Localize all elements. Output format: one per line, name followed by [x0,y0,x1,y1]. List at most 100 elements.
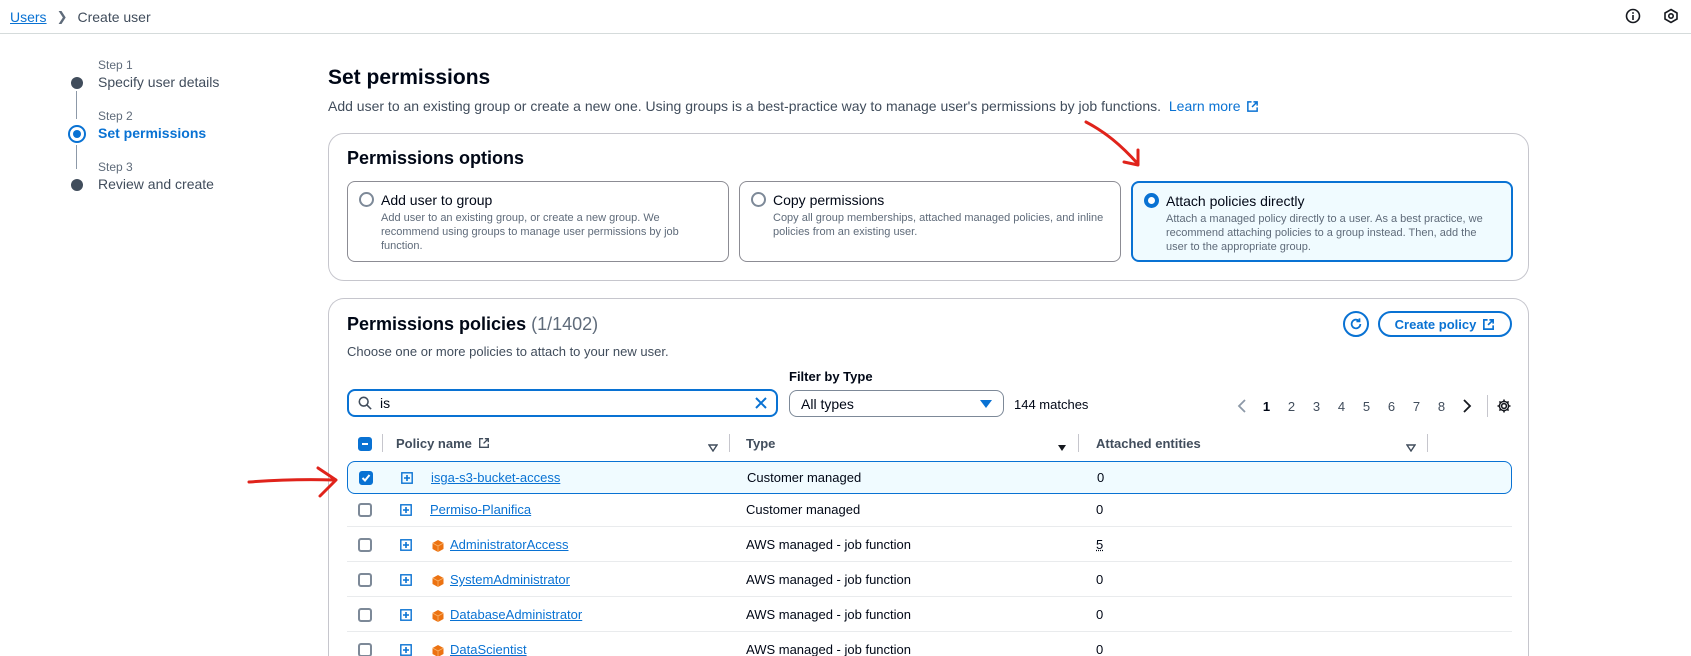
expand-icon[interactable] [400,574,412,586]
sort-icon[interactable] [1405,439,1417,455]
step-title: Set permissions [98,125,207,141]
table-row[interactable]: Permiso-Planifica Customer managed 0 [347,494,1512,527]
policy-name-link[interactable]: AdministratorAccess [450,537,568,552]
policy-name-link[interactable]: DatabaseAdministrator [450,607,582,622]
permissions-options-panel: Permissions options Add user to group Ad… [328,133,1529,281]
page-6[interactable]: 6 [1379,399,1404,414]
page-5[interactable]: 5 [1354,399,1379,414]
row-checkbox[interactable] [358,573,372,587]
table-row[interactable]: DataScientist AWS managed - job function… [347,634,1512,656]
filter-type-select[interactable]: All types [789,390,1004,417]
expand-icon[interactable] [400,504,412,516]
sort-active-icon[interactable] [1057,439,1067,455]
refresh-button[interactable] [1343,311,1369,337]
policy-entities: 0 [1096,572,1104,587]
radio-add-user-to-group[interactable] [359,192,374,207]
row-checkbox[interactable] [358,503,372,517]
page-2[interactable]: 2 [1279,399,1304,414]
tile-copy-permissions[interactable]: Copy permissions Copy all group membersh… [739,181,1121,262]
radio-copy-permissions[interactable] [751,192,766,207]
policies-count: (1/1402) [531,314,599,334]
page-8[interactable]: 8 [1429,399,1454,414]
policy-type: Customer managed [746,502,861,517]
step-1[interactable]: Step 1 Specify user details [70,58,290,119]
tile-add-user-to-group[interactable]: Add user to group Add user to an existin… [347,181,729,262]
table-row[interactable]: DatabaseAdministrator AWS managed - job … [347,599,1512,632]
column-policy-name[interactable]: Policy name [396,436,490,451]
column-divider [1427,434,1428,452]
column-policy-name-label: Policy name [396,436,472,451]
policy-search-input[interactable] [380,395,740,411]
page-3[interactable]: 3 [1304,399,1329,414]
breadcrumb-users-link[interactable]: Users [10,9,47,25]
aws-managed-icon [431,644,445,656]
page-7[interactable]: 7 [1404,399,1429,414]
step-3: Step 3 Review and create [70,160,290,211]
top-bar: Users ❯ Create user [0,0,1691,34]
select-all-checkbox[interactable] [358,437,372,451]
expand-icon[interactable] [400,609,412,621]
learn-more-link[interactable]: Learn more [1169,98,1259,114]
aws-managed-icon [431,574,445,588]
row-checkbox[interactable] [358,538,372,552]
policy-search [347,389,778,417]
tile-description: Add user to an existing group, or create… [381,212,679,252]
page-4[interactable]: 4 [1329,399,1354,414]
page-1[interactable]: 1 [1254,399,1279,414]
step-title: Review and create [98,176,214,192]
expand-icon[interactable] [401,472,413,484]
expand-icon[interactable] [400,539,412,551]
gear-icon[interactable] [1496,398,1512,414]
external-link-icon [478,438,489,448]
policy-name-link[interactable]: DataScientist [450,642,527,656]
table-row[interactable]: SystemAdministrator AWS managed - job fu… [347,564,1512,597]
policy-name-link[interactable]: SystemAdministrator [450,572,570,587]
caret-down-icon [980,400,992,408]
tile-title: Attach policies directly [1166,193,1305,209]
policy-entities[interactable]: 5 [1096,537,1103,552]
expand-icon[interactable] [400,644,412,656]
column-divider [729,434,730,452]
step-label: Step 1 [98,58,133,72]
policy-name-link[interactable]: isga-s3-bucket-access [431,470,560,485]
column-divider [1078,434,1079,452]
filter-by-type-label: Filter by Type [789,369,873,384]
page-description-text: Add user to an existing group or create … [328,98,1161,114]
pager-divider [1487,395,1488,417]
create-policy-button[interactable]: Create policy [1378,311,1512,337]
row-checkbox[interactable] [358,608,372,622]
external-link-icon [1247,101,1259,112]
aws-managed-icon [431,609,445,623]
sort-icon[interactable] [707,439,719,455]
table-row[interactable]: AdministratorAccess AWS managed - job fu… [347,529,1512,562]
tile-title: Add user to group [381,192,493,208]
settings-hex-icon[interactable] [1661,6,1681,26]
policy-type: AWS managed - job function [746,607,911,622]
clear-icon[interactable] [754,396,768,410]
step-current-icon [68,125,86,143]
prev-page-icon[interactable] [1229,399,1254,413]
policy-type: Customer managed [747,470,862,485]
permissions-policies-title: Permissions policies (1/1402) [347,314,598,335]
column-attached-entities[interactable]: Attached entities [1096,436,1201,451]
match-count: 144 matches [1014,397,1089,412]
refresh-icon [1350,318,1362,330]
tile-description: Attach a managed policy directly to a us… [1166,213,1483,253]
radio-attach-policies-directly[interactable] [1144,193,1159,208]
step-label: Step 3 [98,160,133,174]
policy-name-link[interactable]: Permiso-Planifica [430,502,531,517]
info-icon[interactable] [1623,6,1643,26]
row-checkbox[interactable] [358,643,372,656]
tile-attach-policies-directly[interactable]: Attach policies directly Attach a manage… [1131,181,1513,262]
table-row[interactable]: isga-s3-bucket-access Customer managed 0 [347,461,1512,494]
column-type[interactable]: Type [746,436,775,451]
chevron-right-icon: ❯ [56,8,68,24]
step-2: Step 2 Set permissions [68,109,290,169]
permissions-options-title: Permissions options [347,148,525,168]
row-checkbox[interactable] [359,471,373,485]
filter-type-value: All types [801,395,854,412]
main-header: Set permissions Add user to an existing … [328,66,1528,114]
page-description: Add user to an existing group or create … [328,98,1528,114]
next-page-icon[interactable] [1454,399,1479,413]
breadcrumb-current: Create user [77,8,151,25]
